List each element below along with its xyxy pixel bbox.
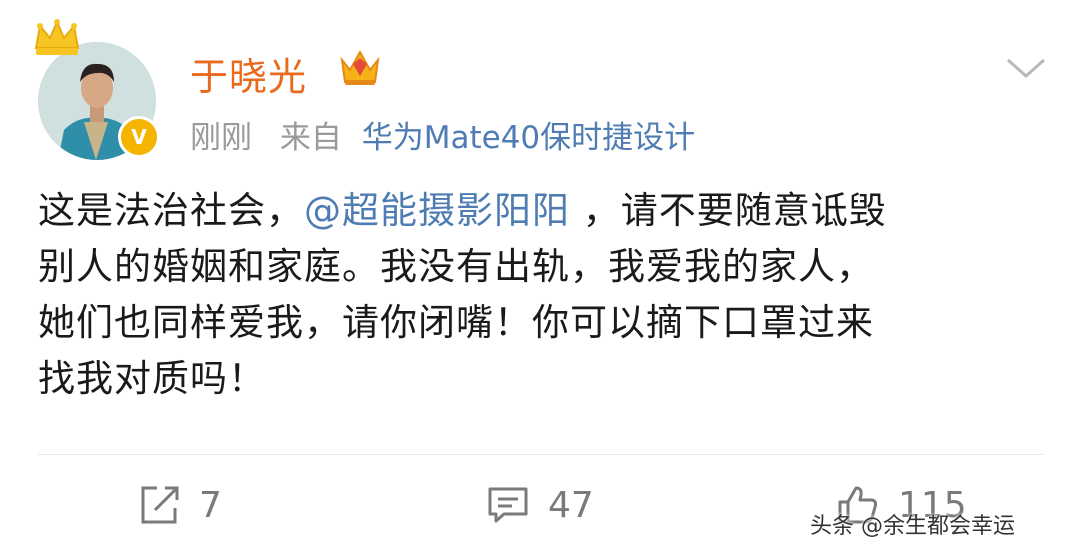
avatar-container[interactable]: V <box>34 19 160 160</box>
content-text: ，请不要随意诋毁 <box>570 189 887 232</box>
source-prefix: 来自 <box>279 120 342 156</box>
chevron-down-icon[interactable] <box>1004 54 1048 82</box>
content-text: 这是法治社会， <box>38 189 304 232</box>
repost-icon <box>141 486 179 524</box>
vip-crown-icon[interactable] <box>338 46 382 88</box>
crown-icon <box>34 19 80 55</box>
repost-count: 7 <box>199 484 222 526</box>
comment-icon <box>488 487 528 523</box>
divider <box>38 454 1044 455</box>
verified-icon: V <box>118 116 160 158</box>
comment-count: 47 <box>548 484 594 526</box>
mention-link[interactable]: @超能摄影阳阳 <box>304 189 570 232</box>
post-content: 这是法治社会，@超能摄影阳阳 ，请不要随意诋毁 别人的婚姻和家庭。我没有出轨，我… <box>38 183 1048 407</box>
comment-button[interactable]: 47 <box>486 484 594 526</box>
content-line-1: 这是法治社会，@超能摄影阳阳 ，请不要随意诋毁 <box>38 183 1048 239</box>
post-source-link[interactable]: 华为Mate40保时捷设计 <box>362 120 695 156</box>
content-line-3: 她们也同样爱我，请你闭嘴！你可以摘下口罩过来 <box>38 301 874 344</box>
repost-button[interactable]: 7 <box>137 484 222 526</box>
username[interactable]: 于晓光 <box>190 46 307 101</box>
post-time: 刚刚 <box>190 120 252 156</box>
post-meta: 刚刚 来自 华为Mate40保时捷设计 <box>190 112 713 157</box>
watermark: 头条 @余生都会幸运 <box>810 514 1015 539</box>
content-line-2: 别人的婚姻和家庭。我没有出轨，我爱我的家人， <box>38 245 874 288</box>
content-line-4: 找我对质吗！ <box>38 357 266 400</box>
